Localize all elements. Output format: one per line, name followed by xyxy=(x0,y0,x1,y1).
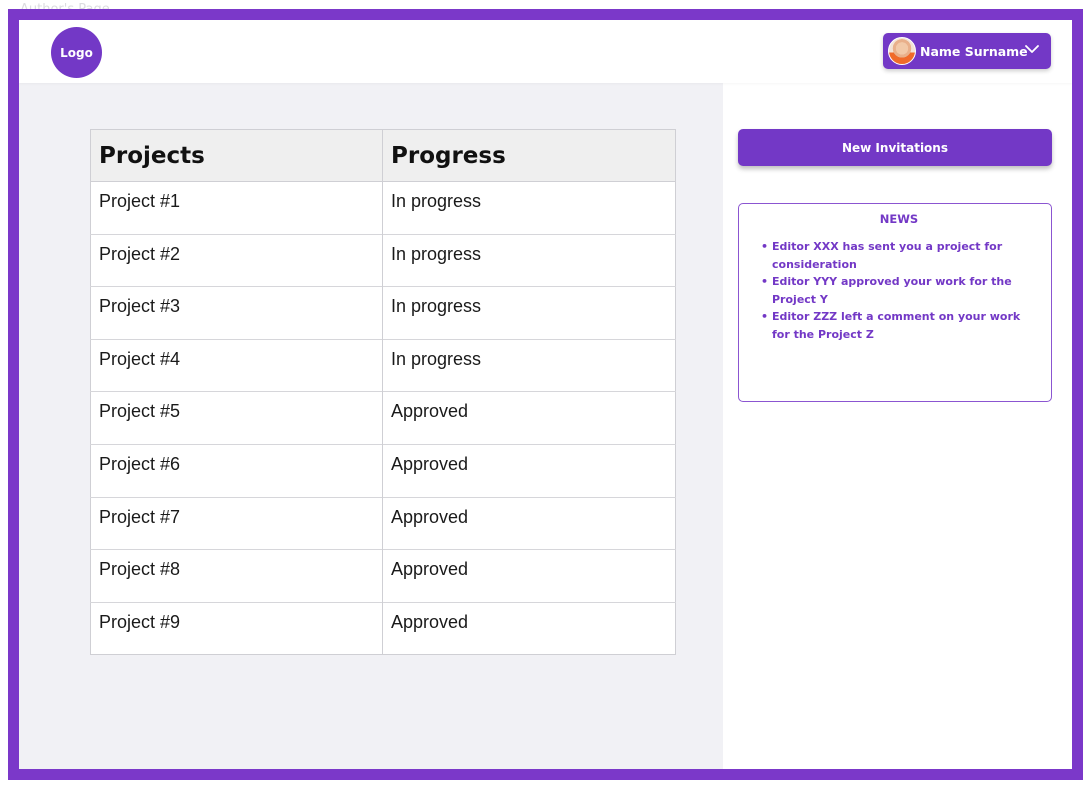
news-panel: NEWS Editor XXX has sent you a project f… xyxy=(738,203,1052,402)
projects-table: Projects Progress Project #1 In progress P… xyxy=(90,129,676,656)
project-name-cell: Project #9 xyxy=(90,601,383,655)
column-header-projects: Projects xyxy=(90,129,383,182)
project-name-cell: Project #6 xyxy=(90,443,383,498)
table-row[interactable]: Project #8 Approved xyxy=(90,549,676,603)
news-item[interactable]: Editor ZZZ left a comment on your work f… xyxy=(761,308,1037,343)
column-header-progress: Progress xyxy=(382,129,676,182)
table-row[interactable]: Project #5 Approved xyxy=(90,391,676,445)
sidebar: New Invitations NEWS Editor XXX has sent… xyxy=(723,83,1072,769)
progress-status-cell: In progress xyxy=(382,233,676,287)
news-list: Editor XXX has sent you a project for co… xyxy=(761,238,1037,343)
table-row[interactable]: Project #7 Approved xyxy=(90,496,676,550)
table-row[interactable]: Project #4 In progress xyxy=(90,338,676,392)
chevron-down-icon xyxy=(1025,45,1039,53)
progress-status-cell: In progress xyxy=(382,286,676,340)
logo[interactable]: Logo xyxy=(51,27,102,78)
table-row[interactable]: Project #3 In progress xyxy=(90,286,676,340)
table-header-row: Projects Progress xyxy=(90,129,676,182)
table-row[interactable]: Project #2 In progress xyxy=(90,233,676,287)
project-name-cell: Project #1 xyxy=(90,181,383,235)
news-title: NEWS xyxy=(879,212,919,226)
table-body: Project #1 In progress Project #2 In progre… xyxy=(90,181,676,655)
progress-status-cell: Approved xyxy=(382,391,676,445)
project-name-cell: Project #5 xyxy=(90,391,383,445)
user-name: Name Surname xyxy=(920,43,1028,59)
table-row[interactable]: Project #6 Approved xyxy=(90,443,676,498)
progress-status-cell: Approved xyxy=(382,549,676,603)
news-item[interactable]: Editor XXX has sent you a project for co… xyxy=(761,238,1037,273)
app-frame: Logo Name Surname Projects Progress Proj… xyxy=(8,9,1083,780)
project-name-cell: Project #3 xyxy=(90,286,383,340)
news-item[interactable]: Editor YYY approved your work for the Pr… xyxy=(761,273,1037,308)
table-row[interactable]: Project #9 Approved xyxy=(90,601,676,655)
progress-status-cell: Approved xyxy=(382,443,676,498)
new-invitations-button[interactable]: New Invitations xyxy=(738,129,1052,166)
progress-status-cell: In progress xyxy=(382,181,676,235)
main-content: Projects Progress Project #1 In progress P… xyxy=(19,83,723,769)
header: Logo Name Surname xyxy=(19,20,1072,83)
user-avatar xyxy=(888,37,916,65)
progress-status-cell: Approved xyxy=(382,601,676,655)
user-menu-button[interactable]: Name Surname xyxy=(883,33,1051,69)
project-name-cell: Project #2 xyxy=(90,233,383,287)
progress-status-cell: Approved xyxy=(382,496,676,550)
table-row[interactable]: Project #1 In progress xyxy=(90,181,676,235)
project-name-cell: Project #8 xyxy=(90,549,383,603)
project-name-cell: Project #4 xyxy=(90,338,383,392)
progress-status-cell: In progress xyxy=(382,338,676,392)
project-name-cell: Project #7 xyxy=(90,496,383,550)
